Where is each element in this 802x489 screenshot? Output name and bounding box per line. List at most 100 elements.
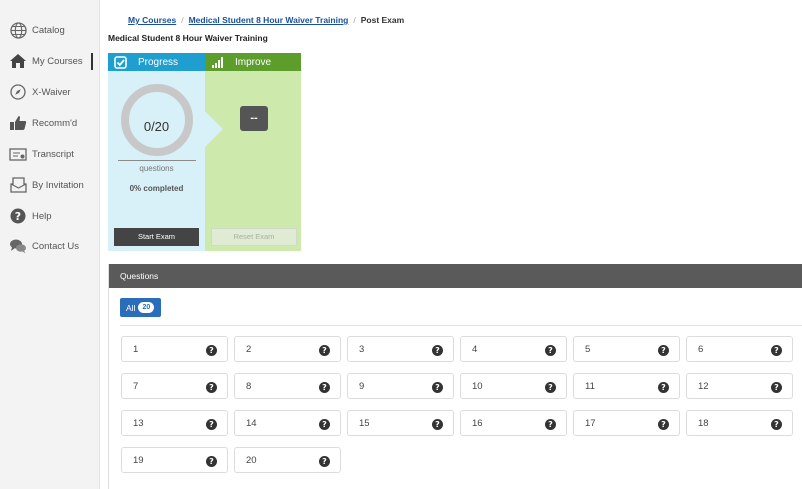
sidebar: Catalog My Courses X-Waiver Recomm'd Tra…: [0, 0, 100, 489]
question-tile[interactable]: 10?: [460, 373, 567, 399]
question-number: 3: [359, 344, 365, 355]
progress-header: Progress: [108, 53, 205, 71]
question-number: 5: [585, 344, 591, 355]
question-tile[interactable]: 2?: [234, 336, 341, 362]
progress-panel: Progress 0/20 questions 0% completed Sta…: [108, 53, 205, 251]
chat-icon: [9, 237, 27, 255]
question-tile[interactable]: 3?: [347, 336, 454, 362]
question-number: 14: [246, 418, 257, 429]
sidebar-item-help[interactable]: ? Help: [9, 204, 97, 228]
sidebar-item-transcript[interactable]: Transcript: [9, 142, 97, 166]
question-number: 7: [133, 381, 139, 392]
breadcrumb-separator: /: [353, 15, 356, 25]
question-status-icon: ?: [432, 419, 443, 430]
question-tile[interactable]: 13?: [121, 410, 228, 436]
question-tile[interactable]: 7?: [121, 373, 228, 399]
breadcrumb-current: Post Exam: [360, 15, 405, 25]
question-status-icon: ?: [545, 419, 556, 430]
svg-text:?: ?: [15, 210, 21, 223]
question-tile[interactable]: 1?: [121, 336, 228, 362]
question-tile[interactable]: 9?: [347, 373, 454, 399]
question-number: 19: [133, 455, 144, 466]
question-count-badge: 20: [138, 302, 155, 313]
sidebar-item-catalog[interactable]: Catalog: [9, 18, 97, 42]
question-status-icon: ?: [206, 419, 217, 430]
sidebar-item-my-courses[interactable]: My Courses: [9, 49, 97, 73]
breadcrumb-separator: /: [181, 15, 184, 25]
question-status-icon: ?: [319, 382, 330, 393]
question-tile[interactable]: 16?: [460, 410, 567, 436]
inbox-icon: [9, 176, 27, 194]
progress-percent: 0% completed: [129, 184, 184, 193]
question-tile[interactable]: 11?: [573, 373, 680, 399]
questions-divider: [120, 325, 802, 326]
question-number: 6: [698, 344, 704, 355]
compass-icon: [9, 83, 27, 101]
question-status-icon: ?: [432, 382, 443, 393]
question-number: 11: [585, 381, 595, 392]
question-tile[interactable]: 15?: [347, 410, 454, 436]
question-tile[interactable]: 20?: [234, 447, 341, 473]
progress-value: 0/20: [143, 119, 170, 134]
page-title: Medical Student 8 Hour Waiver Training: [108, 33, 268, 43]
question-tile[interactable]: 19?: [121, 447, 228, 473]
help-icon: ?: [9, 207, 27, 225]
breadcrumb-my-courses[interactable]: My Courses: [128, 15, 176, 25]
question-number: 18: [698, 418, 709, 429]
sidebar-item-contact-us[interactable]: Contact Us: [9, 234, 97, 258]
start-exam-button[interactable]: Start Exam: [114, 228, 199, 246]
question-status-icon: ?: [771, 345, 782, 356]
sidebar-item-by-invitation[interactable]: By Invitation: [9, 173, 97, 197]
reset-exam-button: Reset Exam: [211, 228, 297, 246]
question-tile[interactable]: 18?: [686, 410, 793, 436]
question-status-icon: ?: [206, 382, 217, 393]
question-status-icon: ?: [771, 382, 782, 393]
filter-all-label: All: [126, 302, 136, 313]
question-number: 20: [246, 455, 257, 466]
sidebar-item-label: Recomm'd: [32, 117, 78, 129]
progress-title: Progress: [138, 56, 179, 68]
sidebar-item-label: Contact Us: [32, 240, 79, 252]
question-number: 4: [472, 344, 478, 355]
question-number: 12: [698, 381, 709, 392]
globe-icon: [9, 21, 27, 39]
sidebar-item-x-waiver[interactable]: X-Waiver: [9, 80, 97, 104]
question-number: 1: [133, 344, 139, 355]
improve-header: Improve: [205, 53, 301, 71]
active-indicator: [91, 53, 93, 70]
question-tile[interactable]: 6?: [686, 336, 793, 362]
improve-title: Improve: [235, 56, 272, 68]
sidebar-item-label: Help: [32, 210, 52, 222]
filter-all-button[interactable]: All 20: [120, 298, 161, 317]
sidebar-item-recommended[interactable]: Recomm'd: [9, 111, 97, 135]
signal-bars-icon: [212, 56, 223, 68]
question-tile[interactable]: 5?: [573, 336, 680, 362]
question-tile[interactable]: 12?: [686, 373, 793, 399]
home-icon: [9, 52, 27, 70]
app-window: Catalog My Courses X-Waiver Recomm'd Tra…: [0, 0, 802, 489]
question-status-icon: ?: [658, 419, 669, 430]
question-number: 2: [246, 344, 252, 355]
questions-section: Questions All 20 1? 2? 3? 4? 5? 6? 7? 8? 9? 10? 11…: [108, 264, 802, 489]
sidebar-item-label: Catalog: [32, 24, 65, 36]
thumbs-up-icon: [9, 114, 27, 132]
breadcrumb-course[interactable]: Medical Student 8 Hour Waiver Training: [189, 15, 349, 25]
panel-notch: [205, 111, 223, 147]
question-number: 8: [246, 381, 252, 392]
question-number: 13: [133, 418, 144, 429]
sidebar-item-label: My Courses: [32, 55, 83, 67]
question-number: 17: [585, 418, 596, 429]
question-tile[interactable]: 14?: [234, 410, 341, 436]
question-tile[interactable]: 8?: [234, 373, 341, 399]
question-status-icon: ?: [545, 382, 556, 393]
questions-header: Questions: [109, 264, 802, 288]
question-status-icon: ?: [432, 345, 443, 356]
question-status-icon: ?: [658, 345, 669, 356]
progress-unit-label: questions: [139, 164, 174, 173]
sidebar-item-label: Transcript: [32, 148, 74, 160]
sidebar-item-label: X-Waiver: [32, 86, 71, 98]
improve-value: --: [240, 106, 268, 131]
question-status-icon: ?: [319, 419, 330, 430]
question-tile[interactable]: 17?: [573, 410, 680, 436]
question-tile[interactable]: 4?: [460, 336, 567, 362]
